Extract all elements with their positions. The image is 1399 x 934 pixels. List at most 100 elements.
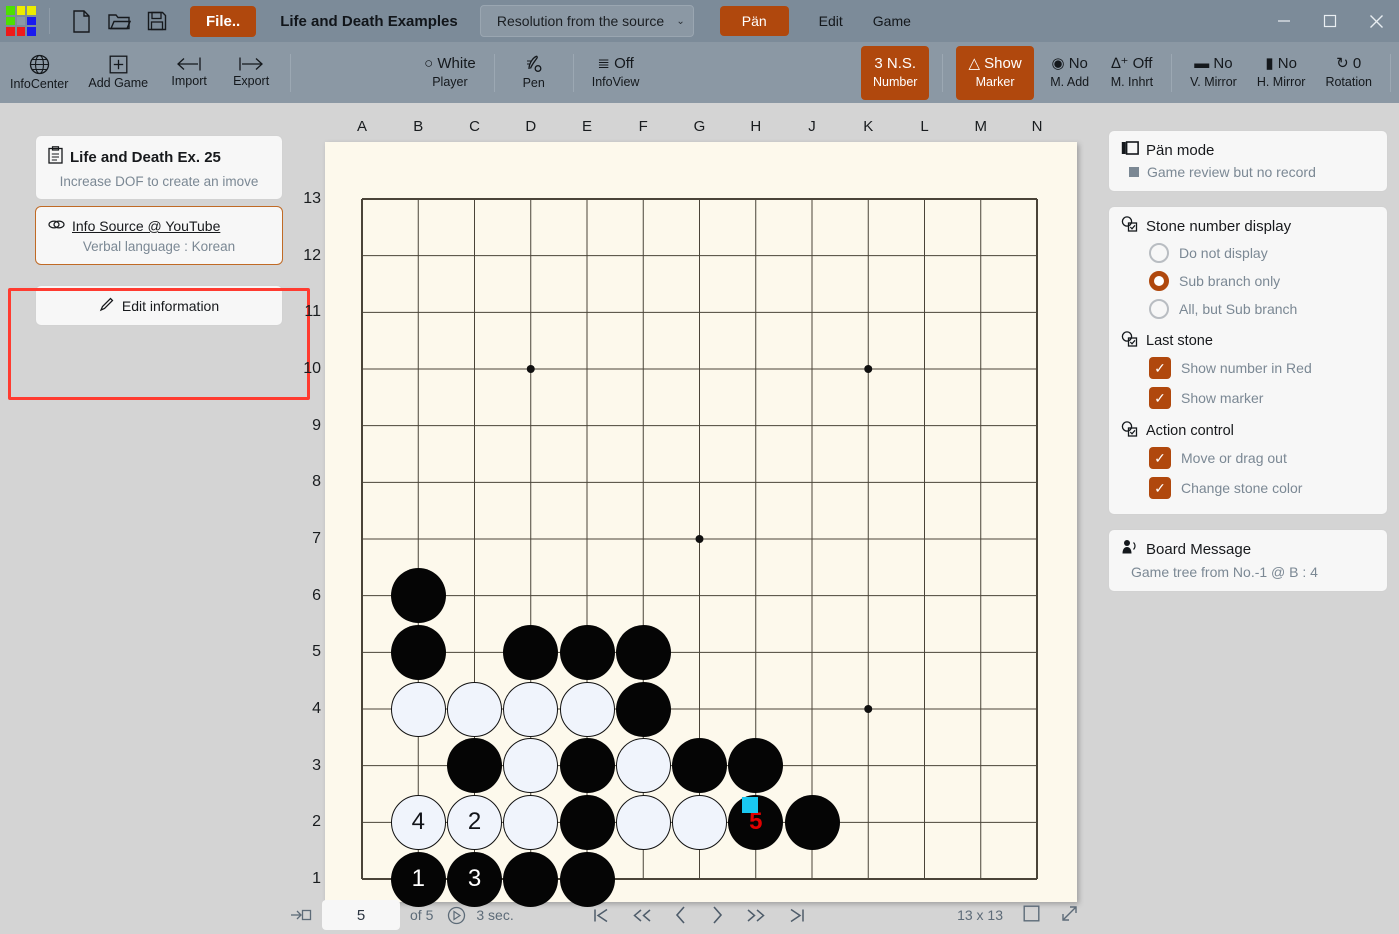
checkbox-show-marker[interactable]: ✓ Show marker — [1121, 383, 1375, 413]
stone-white-F3[interactable] — [615, 738, 671, 794]
back-multiple-button[interactable] — [631, 906, 653, 925]
globe-icon — [29, 54, 50, 75]
ribbon-add-game[interactable]: Add Game — [78, 44, 158, 102]
col-label-C: C — [469, 118, 480, 135]
ribbon-white-player[interactable]: ○ White Player — [414, 44, 486, 102]
col-label-B: B — [413, 118, 424, 135]
open-folder-icon[interactable] — [100, 4, 138, 38]
stone-white-B2[interactable]: 4 — [390, 794, 446, 850]
ribbon-m-add[interactable]: ◉ No M. Add — [1039, 44, 1101, 102]
stone-white-E4[interactable] — [559, 681, 615, 737]
edit-information-card[interactable]: Edit information — [35, 285, 283, 326]
logo-cell-4 — [16, 16, 26, 26]
stone-black-E2[interactable] — [559, 794, 615, 850]
stone-number-head: Stone number display — [1121, 216, 1375, 236]
autoplay-icon[interactable] — [447, 906, 466, 925]
stone-black-B6[interactable] — [390, 568, 446, 624]
ribbon-v-mirror[interactable]: ▬ No V. Mirror — [1180, 44, 1247, 102]
col-label-J: J — [808, 118, 816, 135]
ribbon-import[interactable]: Import — [158, 44, 220, 102]
info-source-card[interactable]: Info Source @ YouTube Verbal language : … — [35, 206, 283, 265]
radio-all-but-sub-branch[interactable]: All, but Sub branch — [1121, 295, 1375, 323]
first-move-button[interactable] — [592, 906, 611, 925]
ribbon-rotation[interactable]: ↻ 0 Rotation — [1315, 44, 1382, 102]
board-square-icon[interactable] — [1023, 905, 1040, 925]
ribbon-ns-number[interactable]: 3 N.S. Number — [860, 45, 930, 100]
stone-white-F2[interactable] — [615, 794, 671, 850]
stone-black-J2[interactable] — [784, 794, 840, 850]
info-source-subtext: Verbal language : Korean — [82, 239, 236, 254]
expand-icon[interactable] — [1060, 904, 1079, 926]
ribbon-show-marker[interactable]: △ Show Marker — [956, 45, 1034, 100]
row-label-7: 7 — [312, 530, 321, 547]
col-label-F: F — [638, 118, 648, 135]
maximize-button[interactable] — [1307, 0, 1353, 42]
pan-mode-note-row: Game review but no record — [1121, 164, 1375, 180]
radio-icon — [1149, 299, 1169, 319]
stone-black-E3[interactable] — [559, 738, 615, 794]
go-board[interactable]: 42513 — [325, 142, 1077, 907]
stone-black-C3[interactable] — [447, 738, 502, 794]
stone-black-G3[interactable] — [672, 738, 727, 794]
prev-move-button[interactable] — [673, 904, 689, 926]
checkbox-change-stone-color[interactable]: ✓ Change stone color — [1121, 473, 1375, 503]
ribbon-export[interactable]: Export — [220, 44, 282, 102]
stone-white-C2[interactable]: 2 — [447, 794, 502, 850]
ribbon-pen[interactable]: Pen — [503, 44, 565, 102]
edit-information-button[interactable]: Edit information — [36, 286, 282, 325]
stone-black-F5[interactable] — [615, 624, 671, 680]
checkbox-move-or-drag-out[interactable]: ✓ Move or drag out — [1121, 443, 1375, 473]
ribbon-m-inhrt[interactable]: ∆⁺ Off M. Inhrt — [1101, 44, 1163, 102]
close-button[interactable] — [1353, 0, 1399, 42]
stone-white-G2[interactable] — [672, 794, 727, 850]
minimize-button[interactable] — [1261, 0, 1307, 42]
stone-number: 3 — [467, 865, 482, 892]
tab-game[interactable]: Game — [873, 13, 911, 29]
logo-cell-8 — [27, 27, 36, 36]
game-info-card[interactable]: Life and Death Ex. 25 Increase DOF to cr… — [35, 135, 283, 200]
divider — [942, 53, 944, 92]
checkbox-checked-icon: ✓ — [1149, 357, 1171, 379]
move-number-input[interactable]: 5 — [322, 900, 400, 930]
forward-multiple-button[interactable] — [745, 906, 767, 925]
jump-to-move-icon[interactable] — [290, 907, 312, 923]
radio-do-not-display[interactable]: Do not display — [1121, 239, 1375, 267]
save-disk-icon[interactable] — [138, 4, 176, 38]
ribbon-infocenter[interactable]: InfoCenter — [0, 44, 78, 102]
stone-white-D4[interactable] — [503, 681, 559, 737]
stone-black-D5[interactable] — [503, 624, 559, 680]
stone-white-C4[interactable] — [447, 681, 502, 737]
row-label-12: 12 — [303, 246, 321, 264]
last-stone-title: Last stone — [1146, 333, 1213, 349]
collection-dropdown[interactable]: Resolution from the source ⌄ — [479, 5, 694, 37]
stone-black-F4[interactable] — [615, 681, 671, 737]
last-move-marker — [741, 797, 758, 814]
speaker-icon — [1121, 539, 1139, 559]
tab-edit[interactable]: Edit — [819, 13, 843, 29]
row-label-9: 9 — [312, 416, 321, 434]
ribbon-h-mirror[interactable]: ▮ No H. Mirror — [1247, 44, 1316, 102]
list-lines-icon: ≣ Off — [597, 55, 634, 72]
stone-black-B5[interactable] — [390, 624, 446, 680]
tab-pan-mode[interactable]: Pän — [719, 6, 789, 36]
radio-sub-branch-only[interactable]: Sub branch only — [1121, 267, 1375, 295]
checkbox-show-number-in-red[interactable]: ✓ Show number in Red — [1121, 353, 1375, 383]
checkbox-show-marker-label: Show marker — [1181, 390, 1264, 406]
file-menu-button[interactable]: File.. — [190, 5, 257, 37]
row-label-4: 4 — [312, 700, 321, 717]
arrow-right-icon — [238, 56, 264, 72]
info-source-link-row[interactable]: Info Source @ YouTube — [36, 207, 282, 237]
stone-black-E5[interactable] — [559, 624, 615, 680]
stone-white-B4[interactable] — [390, 681, 446, 737]
info-source-link[interactable]: Info Source @ YouTube — [72, 218, 220, 234]
stone-white-D2[interactable] — [503, 794, 559, 850]
ribbon-infoview[interactable]: ≣ Off InfoView — [582, 44, 650, 102]
last-move-button[interactable] — [787, 906, 806, 925]
h-mirror-icon: ▮ No — [1265, 55, 1297, 72]
application-window: File.. Life and Death Examples Resolutio… — [0, 0, 1399, 934]
radio-sub-branch-only-label: Sub branch only — [1179, 273, 1281, 289]
new-file-icon[interactable] — [62, 4, 100, 38]
checkbox-move-or-drag-out-label: Move or drag out — [1181, 450, 1287, 466]
checkbox-change-stone-color-label: Change stone color — [1181, 480, 1303, 496]
next-move-button[interactable] — [709, 904, 725, 926]
